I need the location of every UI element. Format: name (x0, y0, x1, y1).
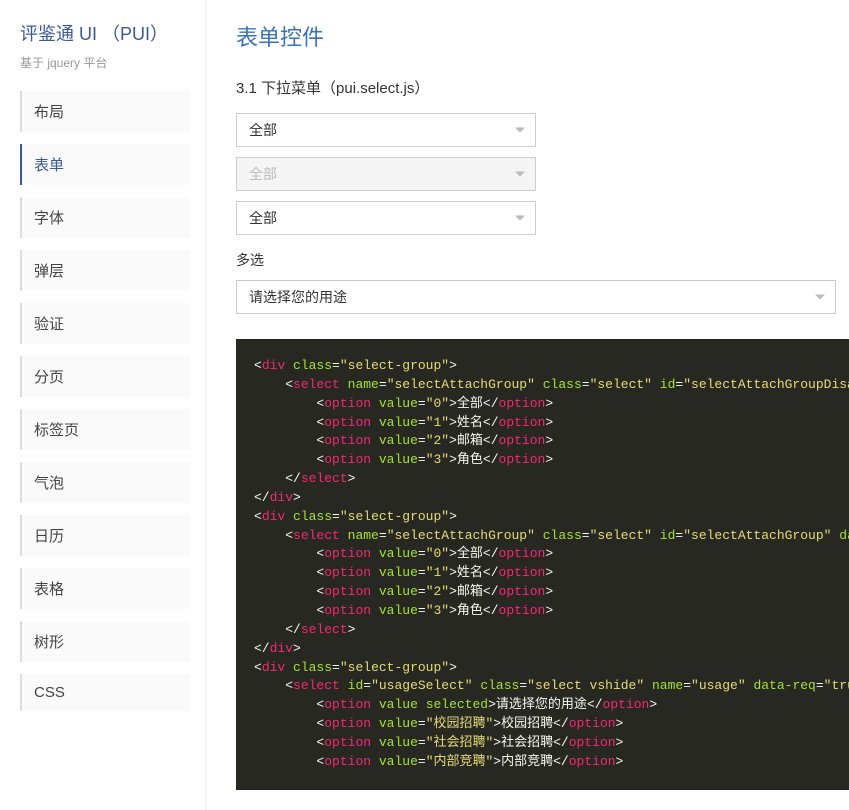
select-value: 全部 (249, 120, 277, 140)
nav-item[interactable]: 字体 (20, 197, 190, 238)
section-title: 3.1 下拉菜单（pui.select.js） (236, 77, 849, 98)
page-title: 表单控件 (236, 20, 849, 52)
main-content: 表单控件 3.1 下拉菜单（pui.select.js） 全部全部全部 多选 请… (206, 0, 849, 810)
select-value: 全部 (249, 208, 277, 228)
multi-select-value: 请选择您的用途 (249, 287, 347, 307)
nav-item[interactable]: 表单 (20, 144, 190, 185)
chevron-down-icon (815, 295, 825, 300)
nav-item[interactable]: 气泡 (20, 462, 190, 503)
select-dropdown: 全部 (236, 157, 536, 191)
nav-item[interactable]: 表格 (20, 568, 190, 609)
brand-title: 评鉴通 UI （PUI） (20, 20, 190, 46)
select-dropdown[interactable]: 全部 (236, 113, 536, 147)
sidebar: 评鉴通 UI （PUI） 基于 jquery 平台 布局表单字体弹层验证分页标签… (0, 0, 206, 810)
nav-item[interactable]: 树形 (20, 621, 190, 662)
nav-item[interactable]: 标签页 (20, 409, 190, 450)
chevron-down-icon (515, 172, 525, 177)
nav-item[interactable]: 分页 (20, 356, 190, 397)
nav-item[interactable]: CSS (20, 674, 190, 711)
chevron-down-icon (515, 128, 525, 133)
multi-select-label: 多选 (236, 250, 849, 270)
nav-item[interactable]: 弹层 (20, 250, 190, 291)
app-root: 评鉴通 UI （PUI） 基于 jquery 平台 布局表单字体弹层验证分页标签… (0, 0, 849, 810)
brand-subtitle: 基于 jquery 平台 (20, 54, 190, 71)
nav-item[interactable]: 验证 (20, 303, 190, 344)
nav-list: 布局表单字体弹层验证分页标签页气泡日历表格树形 CSS (20, 91, 190, 711)
multi-select-dropdown[interactable]: 请选择您的用途 (236, 280, 836, 314)
code-example: <div class="select-group"> <select name=… (236, 339, 849, 790)
nav-item[interactable]: 日历 (20, 515, 190, 556)
nav-item[interactable]: 布局 (20, 91, 190, 132)
select-value: 全部 (249, 164, 277, 184)
select-list: 全部全部全部 (236, 113, 849, 235)
select-dropdown[interactable]: 全部 (236, 201, 536, 235)
chevron-down-icon (515, 216, 525, 221)
